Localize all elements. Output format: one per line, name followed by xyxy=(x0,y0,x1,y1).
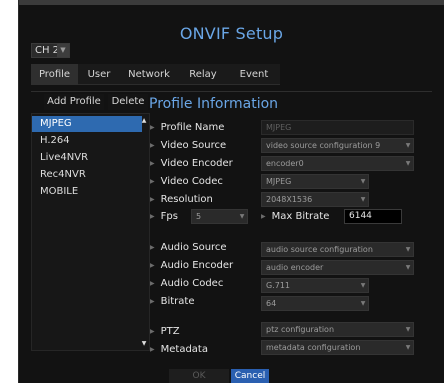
ptz-label: ▶ PTZ xyxy=(150,326,180,337)
profile-item-h264[interactable]: H.264 xyxy=(32,133,142,149)
ok-button[interactable]: OK xyxy=(169,369,229,383)
profile-item-live4nvr[interactable]: Live4NVR xyxy=(32,150,142,166)
fps-select[interactable]: 5 ▼ xyxy=(191,209,248,224)
video-source-select[interactable]: video source configuration 9 ▼ xyxy=(261,138,414,153)
fps-label: ▶ Fps xyxy=(150,211,178,222)
audio-encoder-select[interactable]: audio encoder ▼ xyxy=(261,260,414,275)
tab-bar: Profile User Network Relay Event xyxy=(31,64,280,85)
channel-value: CH 2 xyxy=(35,45,60,56)
bullet-icon: ▶ xyxy=(150,160,155,167)
audio-encoder-label: ▶ Audio Encoder xyxy=(150,260,234,271)
video-codec-select[interactable]: MJPEG ▼ xyxy=(261,174,369,189)
profile-item-rec4nvr[interactable]: Rec4NVR xyxy=(32,167,142,183)
metadata-select[interactable]: metadata configuration ▼ xyxy=(261,340,414,355)
ptz-select[interactable]: ptz configuration ▼ xyxy=(261,322,414,337)
audio-source-select[interactable]: audio source configuration ▼ xyxy=(261,242,414,257)
tab-relay[interactable]: Relay xyxy=(178,64,228,85)
chevron-down-icon: ▼ xyxy=(239,213,245,220)
bullet-icon: ▶ xyxy=(150,178,155,185)
bullet-icon: ▶ xyxy=(261,213,266,220)
bullet-icon: ▶ xyxy=(150,298,155,305)
profile-item-mjpeg[interactable]: MJPEG xyxy=(32,116,142,132)
audio-source-label: ▶ Audio Source xyxy=(150,242,227,253)
bitrate-label: ▶ Bitrate xyxy=(150,296,195,307)
chevron-down-icon: ▼ xyxy=(360,196,366,203)
max-bitrate-input[interactable]: 6144 xyxy=(344,209,402,224)
chevron-down-icon: ▼ xyxy=(405,264,411,271)
chevron-down-icon: ▼ xyxy=(360,300,366,307)
bullet-icon: ▶ xyxy=(150,346,155,353)
chevron-down-icon: ▼ xyxy=(57,44,69,57)
video-source-label: ▶ Video Source xyxy=(150,140,227,151)
chevron-down-icon: ▼ xyxy=(360,282,366,289)
audio-codec-label: ▶ Audio Codec xyxy=(150,278,224,289)
bullet-icon: ▶ xyxy=(150,244,155,251)
chevron-down-icon: ▼ xyxy=(405,142,411,149)
channel-select[interactable]: CH 2 ▼ xyxy=(31,43,70,58)
video-encoder-select[interactable]: encoder0 ▼ xyxy=(261,156,414,171)
resolution-select[interactable]: 2048X1536 ▼ xyxy=(261,192,369,207)
tab-network[interactable]: Network xyxy=(120,64,178,85)
bullet-icon: ▶ xyxy=(150,262,155,269)
divider xyxy=(31,91,432,92)
max-bitrate-label: ▶ Max Bitrate xyxy=(261,211,330,222)
cancel-button[interactable]: Cancel xyxy=(231,369,269,383)
window-title: ONVIF Setup xyxy=(179,24,284,43)
video-codec-label: ▶ Video Codec xyxy=(150,176,223,187)
profile-name-label: ▶ Profile Name xyxy=(150,122,225,133)
resolution-label: ▶ Resolution xyxy=(150,194,213,205)
bitrate-select[interactable]: 64 ▼ xyxy=(261,296,369,311)
window-top-bar xyxy=(19,0,444,5)
profile-list: MJPEG H.264 Live4NVR Rec4NVR MOBILE ▲ ▼ xyxy=(31,113,150,351)
scroll-down-icon[interactable]: ▼ xyxy=(141,340,147,348)
audio-codec-select[interactable]: G.711 ▼ xyxy=(261,278,369,293)
metadata-label: ▶ Metadata xyxy=(150,344,208,355)
onvif-setup-window: ONVIF Setup CH 2 ▼ Profile User Network … xyxy=(18,0,444,383)
chevron-down-icon: ▼ xyxy=(405,246,411,253)
bullet-icon: ▶ xyxy=(150,124,155,131)
chevron-down-icon: ▼ xyxy=(405,160,411,167)
chevron-down-icon: ▼ xyxy=(405,344,411,351)
profile-item-mobile[interactable]: MOBILE xyxy=(32,184,142,200)
chevron-down-icon: ▼ xyxy=(360,178,366,185)
delete-profile-button[interactable]: Delete xyxy=(108,94,148,110)
profile-name-input[interactable]: MJPEG xyxy=(261,120,414,135)
video-encoder-label: ▶ Video Encoder xyxy=(150,158,233,169)
bullet-icon: ▶ xyxy=(150,196,155,203)
section-title: Profile Information xyxy=(149,96,279,112)
tab-user[interactable]: User xyxy=(78,64,120,85)
bullet-icon: ▶ xyxy=(150,328,155,335)
add-profile-button[interactable]: Add Profile xyxy=(44,94,104,110)
bullet-icon: ▶ xyxy=(150,142,155,149)
tab-event[interactable]: Event xyxy=(228,64,280,85)
bullet-icon: ▶ xyxy=(150,280,155,287)
tab-profile[interactable]: Profile xyxy=(31,64,78,85)
chevron-down-icon: ▼ xyxy=(405,326,411,333)
bullet-icon: ▶ xyxy=(150,213,155,220)
scroll-up-icon[interactable]: ▲ xyxy=(141,117,147,125)
